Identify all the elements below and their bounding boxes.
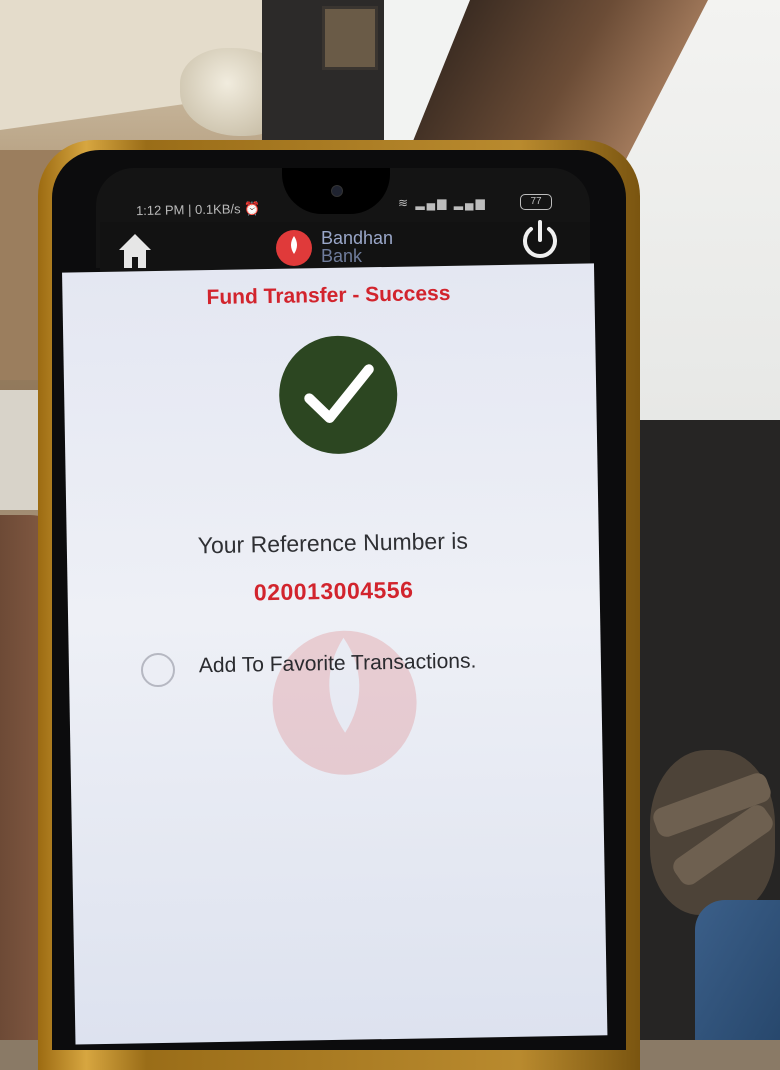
bank-logo-text: Bandhan Bank <box>321 229 393 265</box>
favorite-radio-button[interactable] <box>140 652 176 688</box>
logo-line2: Bank <box>321 246 363 266</box>
front-camera <box>331 185 343 197</box>
favorite-label: Add To Favorite Transactions. <box>198 649 477 678</box>
jeans <box>695 900 780 1040</box>
reference-number: 020013004556 <box>253 576 414 606</box>
status-clock: 1:12 PM <box>135 202 185 219</box>
favorite-transaction-option[interactable]: Add To Favorite Transactions. <box>140 642 562 689</box>
status-time: 1:12 PM | 0.1KB/s ⏰ <box>135 200 261 219</box>
battery-icon: 77 <box>520 194 552 210</box>
home-icon[interactable] <box>118 232 152 270</box>
app-screen: Fund Transfer - Success Your Reference N… <box>62 263 608 1045</box>
wifi-icon: ≋ <box>398 196 411 210</box>
page-title: Fund Transfer - Success <box>206 281 451 310</box>
signal-icon: ▂▄▆ <box>453 196 487 210</box>
signal-icon: ▂▄▆ <box>415 196 449 210</box>
check-mark-icon <box>304 364 374 423</box>
check-circle-icon <box>278 334 399 455</box>
status-icons: ≋ ▂▄▆ ▂▄▆ <box>398 196 487 210</box>
bandhan-logo-icon <box>274 228 314 268</box>
reference-label: Your Reference Number is <box>197 527 469 559</box>
alarm-icon: ⏰ <box>240 200 261 217</box>
logo-line1: Bandhan <box>321 228 394 248</box>
power-icon[interactable] <box>518 218 562 262</box>
status-speed: 0.1KB/s <box>194 201 241 218</box>
wall-socket <box>322 6 378 70</box>
